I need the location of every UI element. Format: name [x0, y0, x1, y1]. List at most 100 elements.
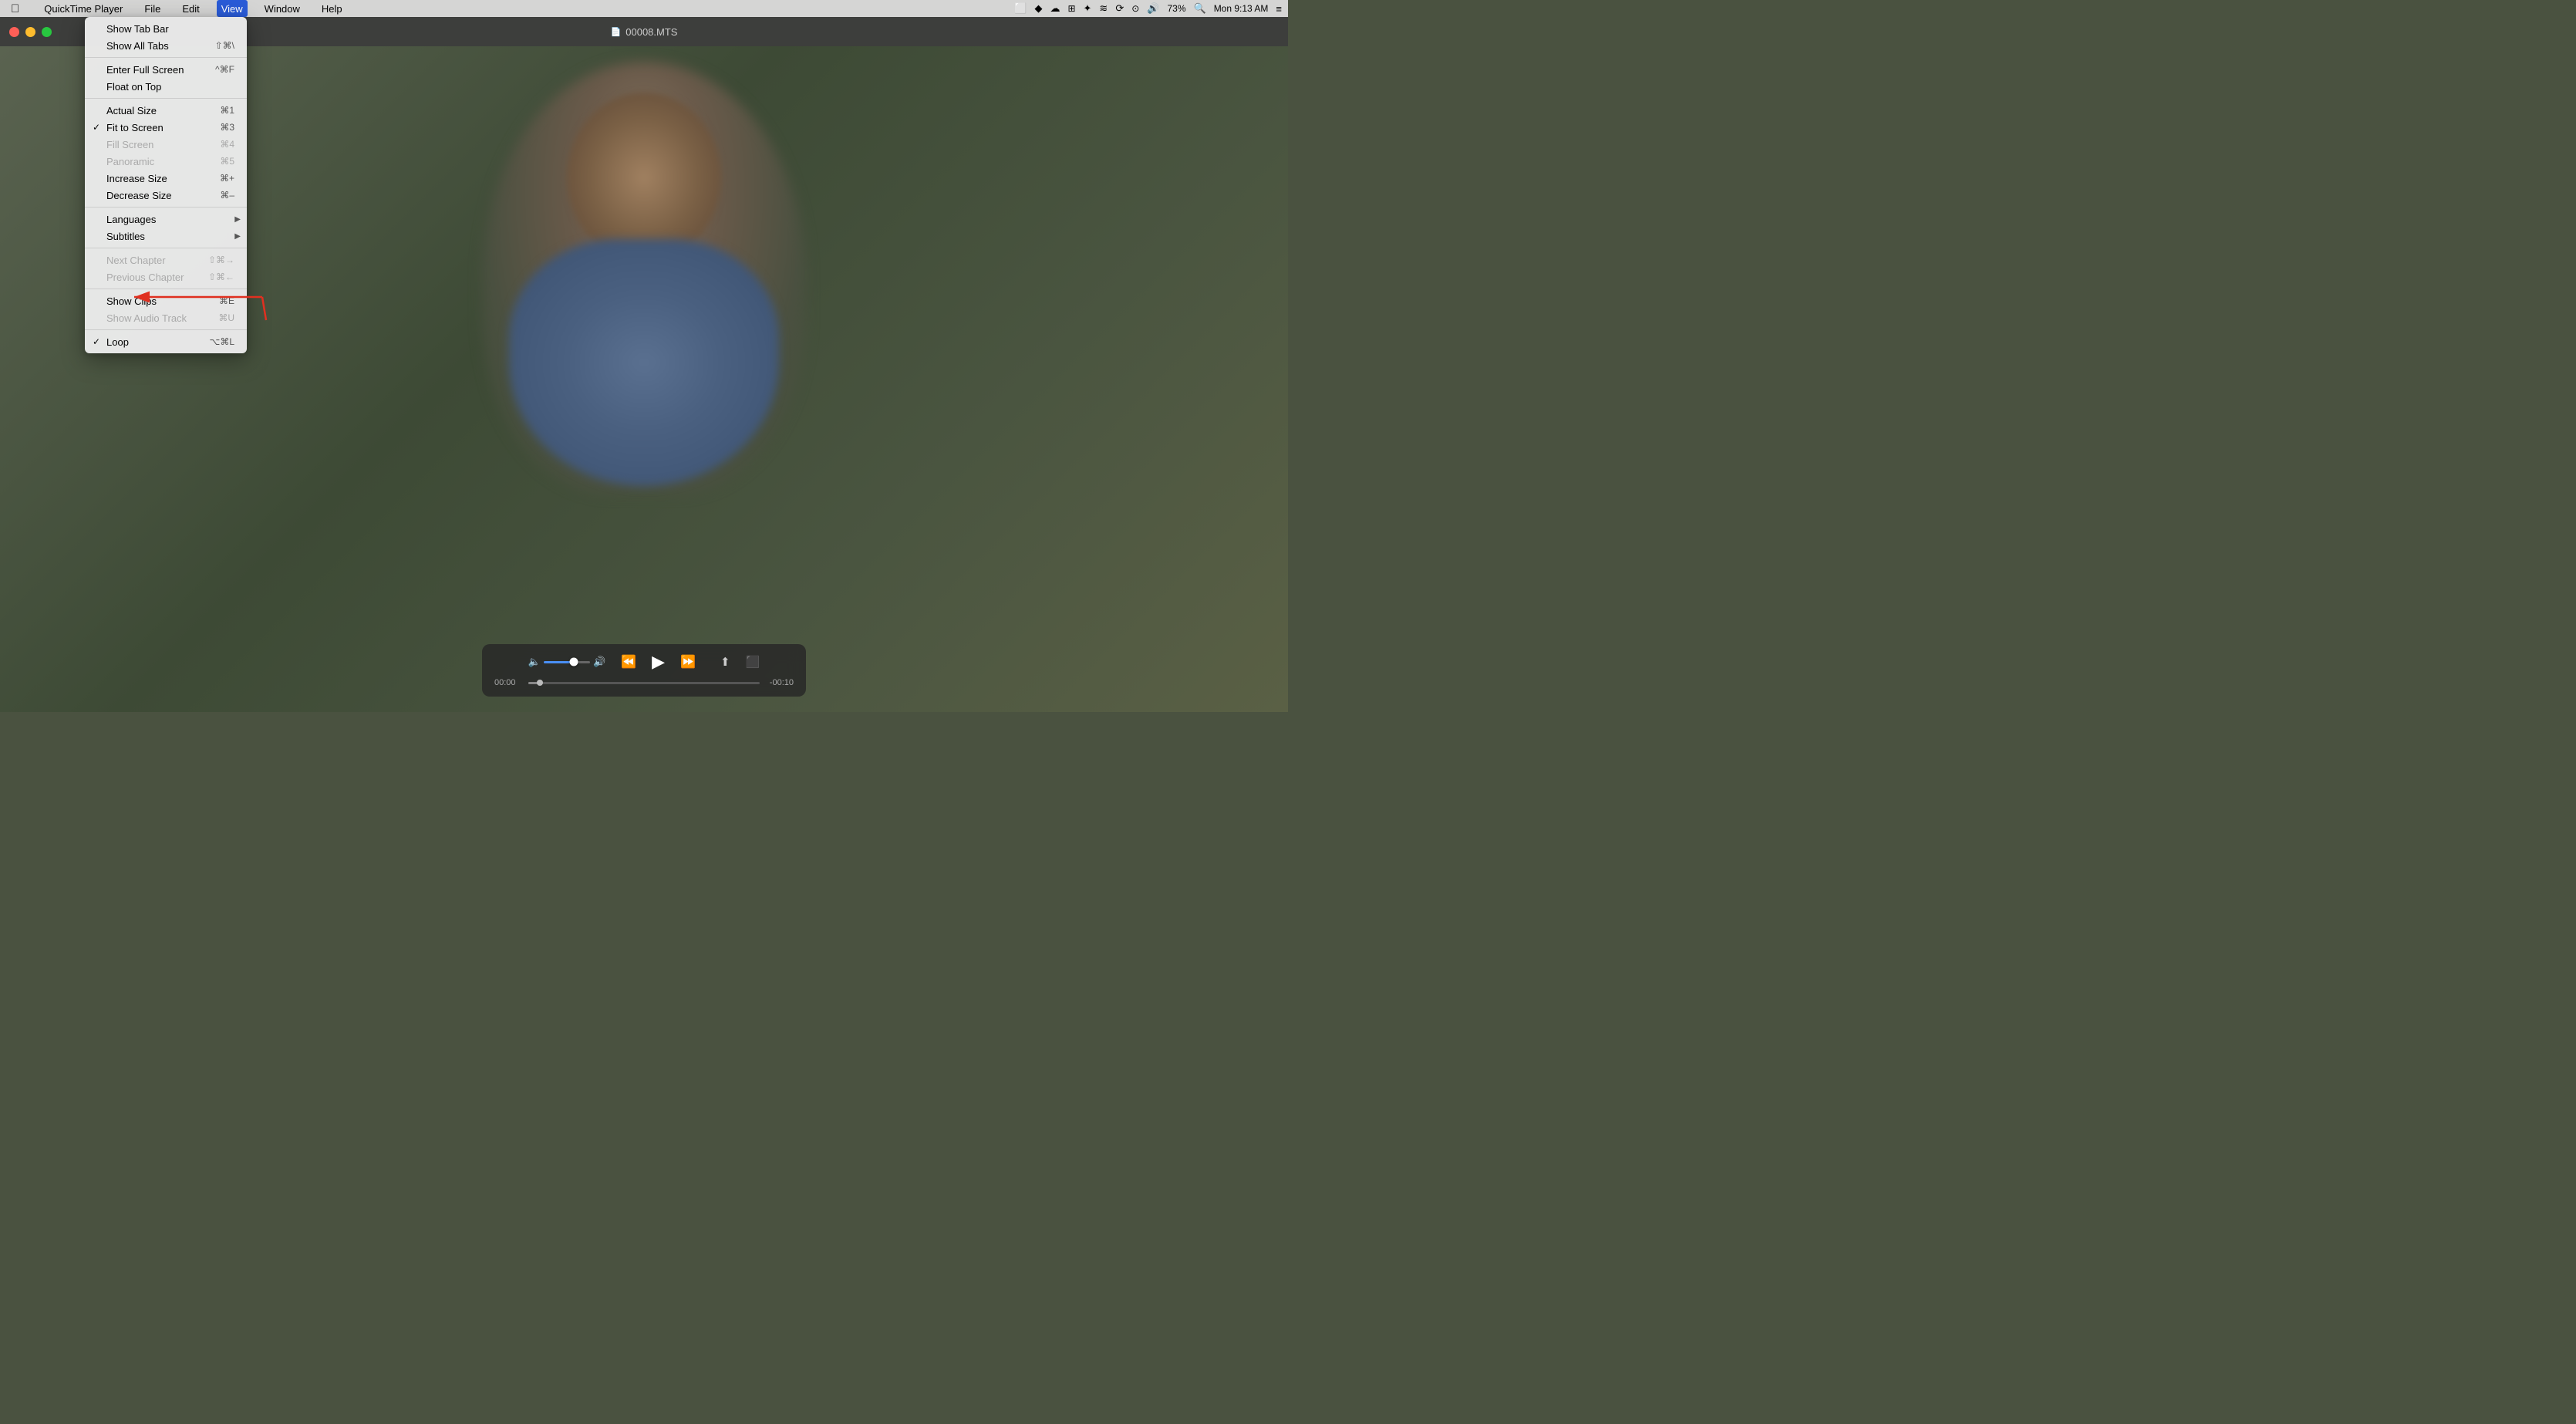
shortcut-show-all-tabs: ⇧⌘\: [215, 40, 234, 51]
shortcut-panoramic: ⌘5: [220, 156, 234, 167]
shortcut-increase-size: ⌘+: [220, 173, 234, 184]
menu-panoramic[interactable]: Panoramic ⌘5: [85, 153, 247, 170]
airplay-button[interactable]: ⬛: [746, 655, 760, 669]
apple-menu[interactable]: : [6, 0, 24, 17]
volume-high-icon: 🔊: [593, 656, 605, 668]
menu-edit[interactable]: Edit: [177, 0, 204, 17]
status-icloud[interactable]: ☁: [1050, 2, 1060, 15]
control-center[interactable]: ≡: [1276, 3, 1282, 15]
status-screen-record[interactable]: ⬜: [1014, 2, 1027, 15]
menu-label: Subtitles: [106, 231, 145, 242]
menu-label: Previous Chapter: [106, 272, 184, 283]
status-volume[interactable]: 🔊: [1147, 2, 1159, 15]
menu-float-on-top[interactable]: Float on Top: [85, 78, 247, 95]
status-airdrop[interactable]: ⊙: [1131, 3, 1139, 14]
time-current: 00:00: [494, 678, 522, 687]
shortcut-fill-screen: ⌘4: [220, 139, 234, 150]
menu-quicktime[interactable]: QuickTime Player: [39, 0, 127, 17]
shortcut-show-audio: ⌘U: [218, 312, 234, 323]
rewind-button[interactable]: ⏪: [621, 654, 636, 670]
menu-languages[interactable]: Languages: [85, 211, 247, 228]
playback-controls: 🔈 🔊 ⏪ ▶ ⏩ ⬆ ⬛ 00:00 -00:10: [482, 644, 806, 697]
timeline: 00:00 -00:10: [494, 678, 794, 687]
menu-label: Next Chapter: [106, 255, 166, 266]
menu-label: Show All Tabs: [106, 40, 169, 52]
menu-label: Enter Full Screen: [106, 64, 184, 76]
menu-label: Show Tab Bar: [106, 23, 169, 35]
shortcut-actual-size: ⌘1: [220, 105, 234, 116]
minimize-button[interactable]: [25, 27, 35, 37]
menu-file[interactable]: File: [140, 0, 165, 17]
menu-increase-size[interactable]: Increase Size ⌘+: [85, 170, 247, 187]
status-time-machine[interactable]: ⟳: [1115, 2, 1124, 15]
volume-thumb[interactable]: [569, 658, 578, 666]
progress-bar[interactable]: [528, 682, 760, 684]
shortcut-fullscreen: ^⌘F: [215, 64, 234, 75]
menu-decrease-size[interactable]: Decrease Size ⌘–: [85, 187, 247, 204]
menu-actual-size[interactable]: Actual Size ⌘1: [85, 102, 247, 119]
menu-bar:  QuickTime Player File Edit View Window…: [0, 0, 1288, 17]
menu-show-clips[interactable]: Show Clips ⌘E: [85, 292, 247, 309]
share-button[interactable]: ⬆: [720, 655, 730, 669]
shortcut-prev-chapter: ⇧⌘←: [208, 272, 234, 282]
view-menu-dropdown: Show Tab Bar Show All Tabs ⇧⌘\ Enter Ful…: [85, 17, 247, 353]
menu-label: Show Audio Track: [106, 312, 187, 324]
menu-fill-screen[interactable]: Fill Screen ⌘4: [85, 136, 247, 153]
window-controls: [9, 27, 52, 37]
fast-forward-button[interactable]: ⏩: [680, 654, 696, 670]
menu-label: Languages: [106, 214, 156, 225]
volume-slider[interactable]: [544, 661, 590, 663]
menu-label: Actual Size: [106, 105, 157, 116]
controls-top-row: 🔈 🔊 ⏪ ▶ ⏩ ⬆ ⬛: [494, 652, 794, 672]
separator-6: [85, 329, 247, 330]
menu-label: Panoramic: [106, 156, 154, 167]
close-button[interactable]: [9, 27, 19, 37]
play-button[interactable]: ▶: [652, 652, 665, 672]
battery-level: 73%: [1167, 3, 1185, 14]
menu-show-all-tabs[interactable]: Show All Tabs ⇧⌘\: [85, 37, 247, 54]
menu-fit-to-screen[interactable]: Fit to Screen ⌘3: [85, 119, 247, 136]
separator-3: [85, 207, 247, 208]
menu-label: Fit to Screen: [106, 122, 164, 133]
volume-section: 🔈 🔊: [528, 656, 605, 668]
spotlight[interactable]: 🔍: [1194, 2, 1206, 15]
progress-thumb[interactable]: [537, 680, 543, 686]
menu-label: Float on Top: [106, 81, 161, 93]
title-label: 00008.MTS: [625, 26, 677, 38]
menu-subtitles[interactable]: Subtitles: [85, 228, 247, 245]
menu-view[interactable]: View: [217, 0, 248, 17]
menu-label: Decrease Size: [106, 190, 172, 201]
menu-label: Loop: [106, 336, 129, 348]
separator-1: [85, 57, 247, 58]
clock: Mon 9:13 AM: [1214, 3, 1269, 14]
status-bluetooth[interactable]: ✦: [1084, 2, 1092, 15]
menu-show-audio-track[interactable]: Show Audio Track ⌘U: [85, 309, 247, 326]
time-remaining: -00:10: [766, 678, 794, 687]
menu-help[interactable]: Help: [317, 0, 347, 17]
menu-show-tab-bar[interactable]: Show Tab Bar: [85, 20, 247, 37]
menu-loop[interactable]: Loop ⌥⌘L: [85, 333, 247, 350]
volume-low-icon: 🔈: [528, 656, 541, 668]
video-face: [567, 93, 721, 262]
status-input-method[interactable]: ⊞: [1067, 3, 1075, 14]
status-wifi[interactable]: ≋: [1099, 2, 1108, 15]
shortcut-show-clips: ⌘E: [219, 295, 234, 306]
menu-label: Increase Size: [106, 173, 167, 184]
menu-next-chapter[interactable]: Next Chapter ⇧⌘→: [85, 251, 247, 268]
menu-label: Fill Screen: [106, 139, 153, 150]
separator-2: [85, 98, 247, 99]
menubar-right: ⬜ ◆ ☁ ⊞ ✦ ≋ ⟳ ⊙ 🔊 73% 🔍 Mon 9:13 AM ≡: [1014, 2, 1282, 15]
menu-window[interactable]: Window: [260, 0, 305, 17]
shortcut-fit-screen: ⌘3: [220, 122, 234, 133]
menu-previous-chapter[interactable]: Previous Chapter ⇧⌘←: [85, 268, 247, 285]
video-body: [509, 239, 779, 486]
file-doc-icon: 📄: [611, 27, 622, 37]
window-title: 📄 00008.MTS: [611, 26, 678, 38]
status-dropbox[interactable]: ◆: [1034, 2, 1042, 15]
menu-enter-full-screen[interactable]: Enter Full Screen ^⌘F: [85, 61, 247, 78]
menu-label: Show Clips: [106, 295, 157, 307]
shortcut-next-chapter: ⇧⌘→: [208, 255, 234, 265]
shortcut-decrease-size: ⌘–: [220, 190, 234, 201]
shortcut-loop: ⌥⌘L: [209, 336, 234, 347]
maximize-button[interactable]: [42, 27, 52, 37]
